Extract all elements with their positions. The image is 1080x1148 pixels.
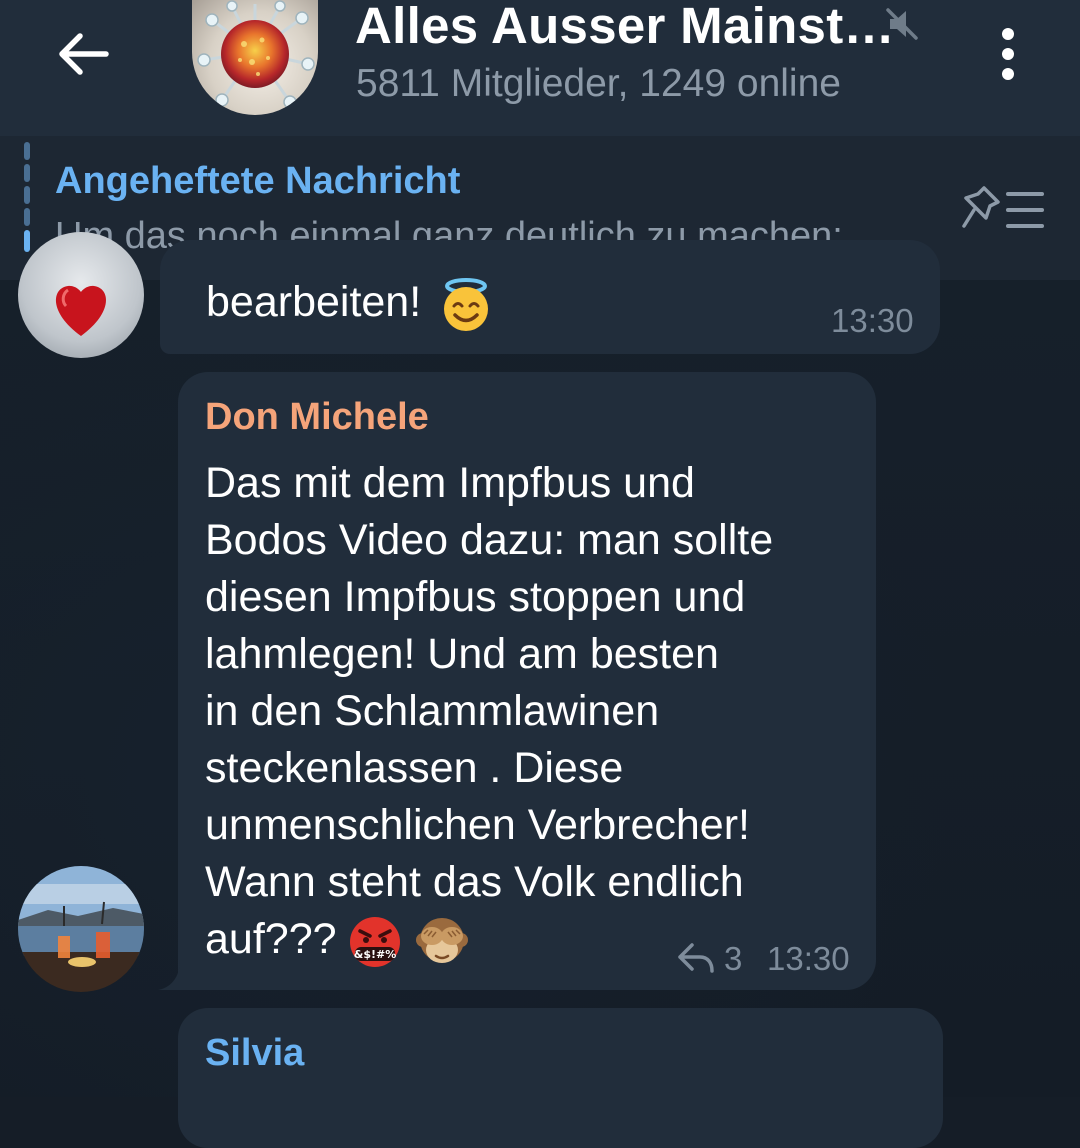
message-line: unmenschlichen Verbrecher! <box>205 801 750 849</box>
back-arrow-icon[interactable] <box>52 22 116 86</box>
muted-speaker-icon <box>886 8 918 40</box>
pinned-title: Angeheftete Nachricht <box>55 160 461 202</box>
message-line: steckenlassen . Diese <box>205 744 624 792</box>
message-line: Das mit dem Impfbus und <box>205 459 695 507</box>
message-line: Wann steht das Volk endlich <box>205 858 744 906</box>
message-line: in den Schlammlawinen <box>205 687 660 735</box>
message-time: 13:30 <box>767 940 850 977</box>
message-text-content: bearbeiten! <box>206 278 422 326</box>
pinned-list-icon[interactable] <box>960 184 1048 234</box>
message-line: lahmlegen! Und am besten <box>205 630 719 678</box>
see-no-evil-monkey-icon <box>416 917 469 963</box>
bubble-tail <box>158 960 188 990</box>
message-last-line: auf??? &$!#% <box>205 911 470 970</box>
message-line: Bodos Video dazu: man sollte <box>205 516 774 564</box>
chat-header: Alles Ausser Mainst… 5811 Mitglieder, 12… <box>0 0 1080 136</box>
chat-title[interactable]: Alles Ausser Mainst… <box>355 0 895 55</box>
group-avatar[interactable] <box>192 0 318 115</box>
more-options-icon[interactable] <box>988 24 1028 84</box>
message-line: auf??? <box>205 915 337 963</box>
message-time: 13:30 <box>831 302 914 339</box>
message-bubble[interactable] <box>178 1008 943 1148</box>
face-with-symbols-on-mouth-icon: &$!#% <box>350 916 401 967</box>
member-count: 5811 Mitglieder, 1249 online <box>356 62 841 105</box>
smiling-face-with-halo-icon <box>444 277 489 331</box>
sender-name[interactable]: Don Michele <box>205 396 429 439</box>
sender-avatar[interactable] <box>18 866 144 992</box>
message-line: diesen Impfbus stoppen und <box>205 573 746 621</box>
sender-avatar[interactable] <box>18 232 144 358</box>
message-text: bearbeiten! <box>206 274 493 332</box>
pinned-position-indicator <box>24 142 30 254</box>
reply-arrow-icon[interactable] <box>676 941 716 975</box>
reply-count[interactable]: 3 <box>724 940 742 978</box>
svg-text:&$!#%: &$!#% <box>354 948 397 961</box>
sender-name[interactable]: Silvia <box>205 1032 304 1075</box>
